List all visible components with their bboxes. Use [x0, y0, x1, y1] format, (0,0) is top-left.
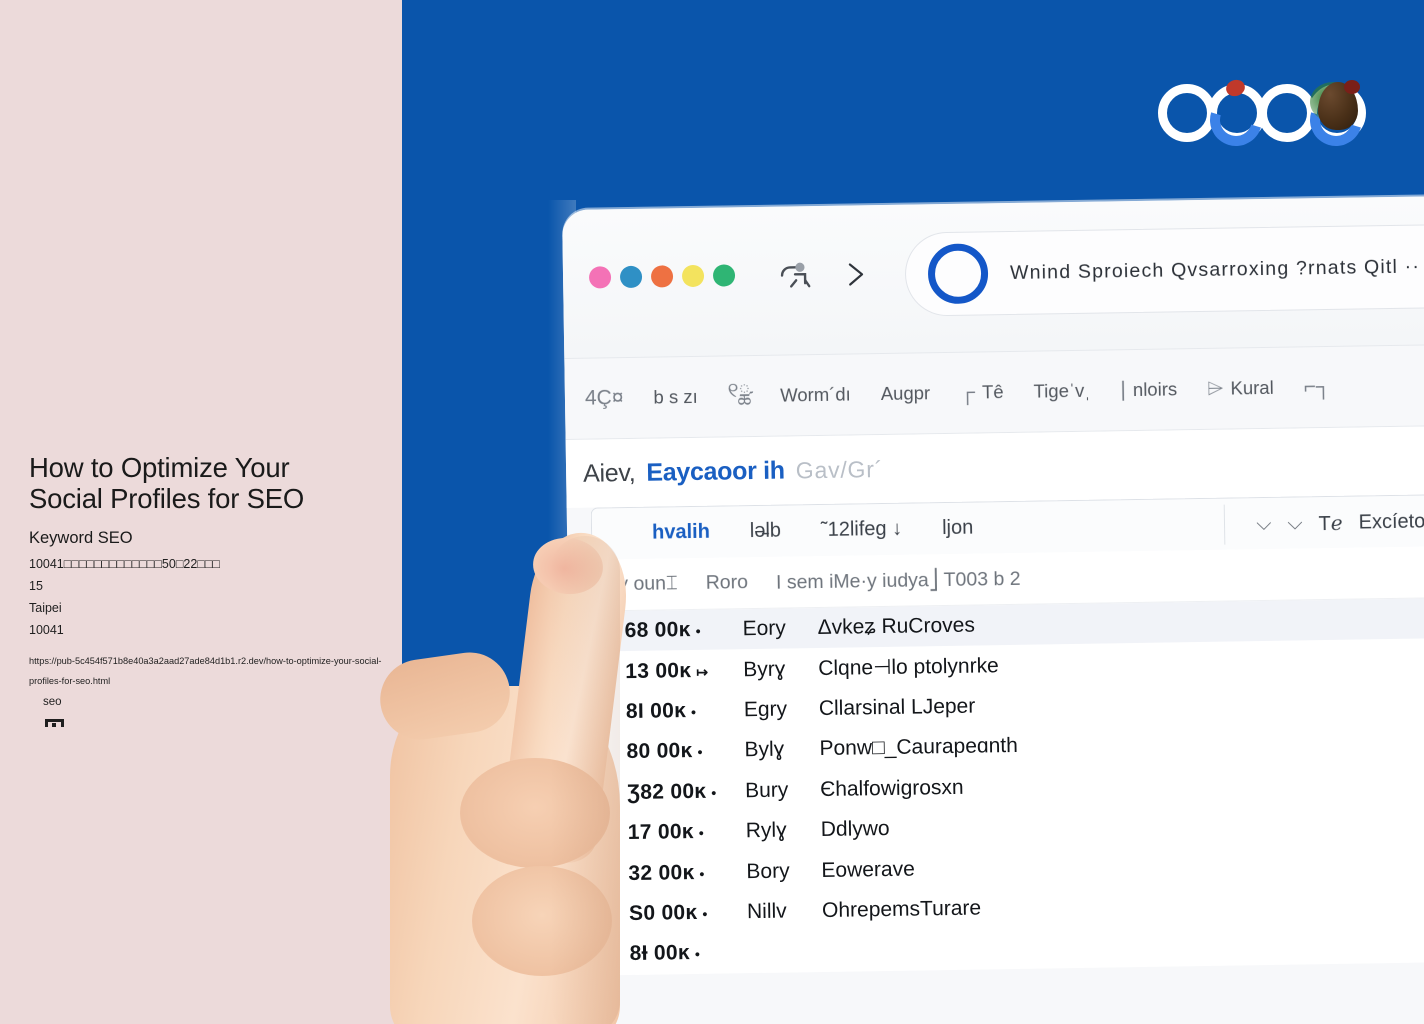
toolbar-item-8-icon: | — [1120, 378, 1127, 402]
filter-bar-icon[interactable]: ⌵ — [1287, 512, 1303, 535]
filter-bar-actions[interactable]: ⌵ ⌵ Tℯ Excíetonı — [1256, 495, 1424, 550]
cell-score: Byrɣ — [743, 657, 786, 681]
cell-keyword: Cllarsinal LJeper — [818, 694, 976, 720]
cell-keyword: Eowerave — [821, 857, 915, 882]
section-heading-part-2: Eaycaoor ih — [646, 456, 786, 487]
article-panel: How to Optimize Your Social Profiles for… — [0, 0, 402, 1024]
toolbar-item-3[interactable]: ୧ྪ — [727, 367, 750, 426]
toolbar-item-4-label: Worm´dı — [780, 383, 851, 406]
pointing-hand — [375, 527, 700, 1024]
toolbar-item-6-label: Tê — [981, 381, 1004, 403]
section-heading-part-1: Aiev, — [582, 458, 636, 488]
article-postal-code: 10041 — [29, 623, 64, 637]
filter-type-toggle[interactable]: Tℯ — [1318, 510, 1342, 535]
toolbar-item-8-label: nloirs — [1132, 378, 1178, 401]
browser-toolbar[interactable]: 4Ç¤ b s zı ୧ྪ Worm´dı Augpr ┌ Tê Tigeˈvˌ | nloirs… — [564, 343, 1424, 440]
cell-score: Bury — [744, 778, 789, 802]
toolbar-item-6[interactable]: ┌ Tê — [960, 380, 1004, 405]
window-dot-yellow[interactable] — [681, 264, 705, 288]
logo-accent-red-2 — [1344, 80, 1360, 94]
toolbar-item-1-icon: 4Ç¤ — [584, 386, 624, 410]
cell-score: Nillᴠ — [746, 899, 787, 924]
toolbar-item-9-icon: ⌲ — [1206, 376, 1224, 400]
window-controls[interactable] — [588, 264, 736, 289]
cell-keyword: OhrepemsTurare — [821, 896, 982, 922]
circle-icon — [927, 243, 989, 305]
cell-keyword: Clqne⊣lo ptolynrke — [818, 654, 999, 681]
toolbar-item-1[interactable]: 4Ç¤ — [585, 386, 624, 411]
toolbar-item-2-label: b s zı — [653, 385, 698, 408]
filter-dropdown[interactable]: ˜12lifeg ↓ — [821, 518, 903, 542]
page-title: How to Optimize Your Social Profiles for… — [29, 452, 305, 514]
cell-score: Bylɣ — [744, 737, 785, 762]
toolbar-item-7-label: Tigeˈvˌ — [1033, 379, 1091, 402]
toolbar-item-10-icon: ⌐┐ — [1303, 374, 1332, 399]
screenshot-root: How to Optimize Your Social Profiles for… — [0, 0, 1424, 1024]
bookmark-icon — [45, 719, 64, 730]
window-dot-blue[interactable] — [619, 265, 643, 289]
column-score[interactable]: Roro — [706, 571, 749, 595]
cell-volume-marker: • — [711, 784, 717, 801]
filter-tab-2[interactable]: lǝ̵lb — [750, 520, 781, 543]
toolbar-item-3-icon: ୧ྪ — [727, 378, 751, 402]
filter-region[interactable]: ljon — [942, 517, 973, 540]
section-heading-part-3: Gav/Gr´ — [795, 455, 884, 483]
toolbar-item-8[interactable]: | nloirs — [1120, 377, 1177, 402]
column-keyword[interactable]: I sem iMe·y iudya⎦ T003 b 2 — [776, 566, 1021, 594]
toolbar-item-5-label: Augpr — [880, 382, 931, 405]
article-url[interactable]: https://pub-5c454f571b8e40a3a2aad27ade84… — [29, 651, 385, 691]
search-input-value: Wnind Sproiech Qvsarroxing ?rnats Qitl ·… — [1009, 255, 1421, 284]
filter-divider — [1223, 504, 1226, 545]
cell-keyword: Єhalfowigrosxn — [819, 775, 964, 801]
search-input[interactable]: Wnind Sproiech Qvsarroxing ?rnats Qitl ·… — [904, 223, 1424, 317]
chevron-right-icon[interactable] — [843, 259, 869, 289]
back-arrow-icon[interactable] — [776, 260, 816, 291]
toolbar-item-4[interactable]: Worm´dı — [780, 383, 851, 406]
toolbar-item-9-label: Κural — [1230, 376, 1274, 399]
toolbar-item-10[interactable]: ⌐┐ — [1304, 375, 1332, 399]
toolbar-item-2[interactable]: b s zı — [653, 386, 698, 409]
article-tag[interactable]: seo — [43, 696, 62, 708]
toolbar-item-6-icon: ┌ — [959, 380, 976, 404]
cell-score: Rylɣ — [745, 818, 787, 843]
article-block: How to Optimize Your Social Profiles for… — [29, 452, 389, 691]
cell-keyword: Δvkeʑ RuCroves — [817, 613, 976, 640]
cell-keyword: Ponw□_Caurapeɑnth — [819, 734, 1018, 761]
window-dot-green[interactable] — [712, 264, 736, 287]
cell-score — [748, 951, 823, 952]
window-dot-orange[interactable] — [650, 265, 674, 288]
article-subtitle: Keyword SEO — [29, 529, 133, 547]
cell-score: Eory — [742, 616, 786, 641]
cell-score: Bory — [746, 859, 790, 883]
hand-shadow — [550, 536, 620, 1024]
cell-keyword: Ddlywo — [820, 817, 890, 842]
article-city: Taipei — [29, 601, 62, 615]
filter-cart-icon[interactable]: ⌵ — [1256, 512, 1272, 535]
brand-logo — [1158, 77, 1372, 156]
toolbar-item-5[interactable]: Augpr — [881, 382, 931, 405]
window-dot-pink[interactable] — [588, 266, 612, 289]
cell-score: Egry — [743, 697, 788, 722]
cell-volume-marker: • — [699, 865, 705, 882]
filter-export-button[interactable]: Excíetonı — [1358, 510, 1424, 534]
toolbar-item-7[interactable]: Tigeˈvˌ — [1033, 380, 1090, 403]
toolbar-item-9[interactable]: ⌲ Κural — [1207, 376, 1274, 401]
article-address-line: 10041□□□□□□□□□□□□□50□22□□□ — [29, 557, 220, 571]
cell-volume-marker: • — [702, 905, 708, 922]
browser-titlebar: Wnind Sproiech Qvsarroxing ?rnats Qitl ·… — [562, 195, 1424, 358]
article-number: 15 — [29, 579, 43, 593]
cell-keyword — [823, 941, 1424, 951]
